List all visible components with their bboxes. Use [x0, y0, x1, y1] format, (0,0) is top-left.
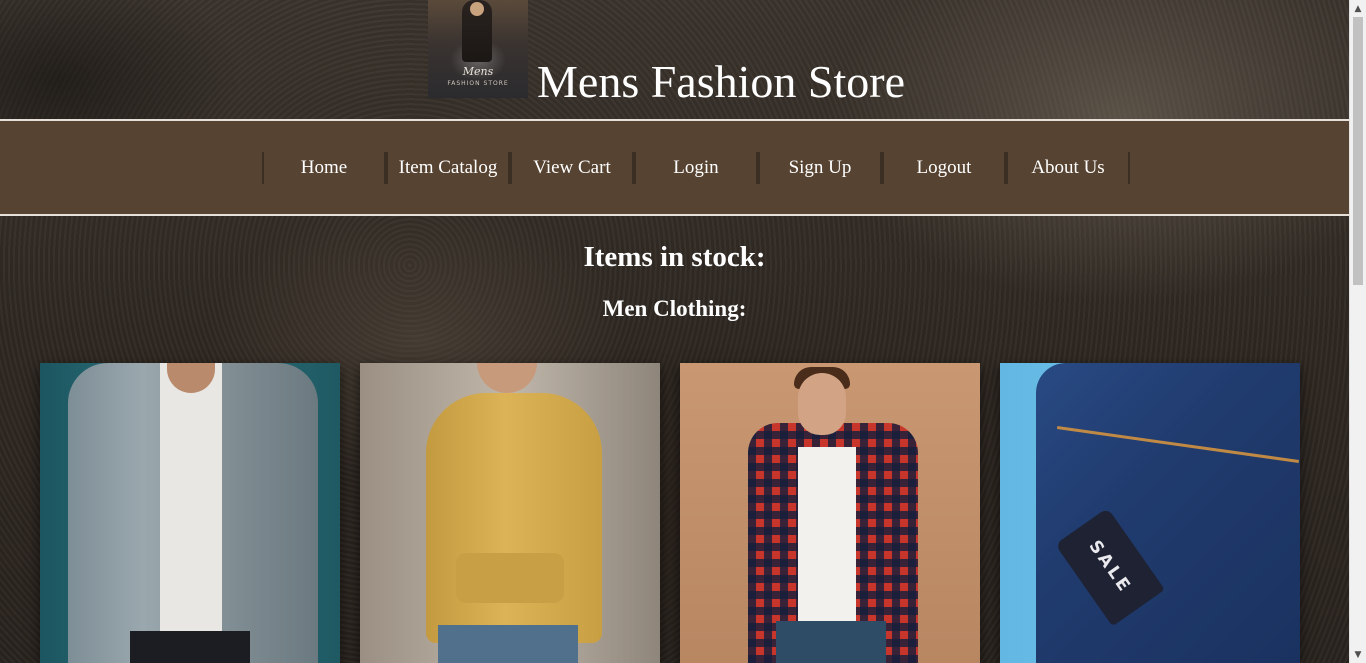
nav-item-home[interactable]: Home [262, 152, 386, 184]
undershirt-shape [798, 447, 856, 627]
hoodie-shape [426, 393, 602, 643]
chevron-up-icon[interactable]: ▲ [1350, 0, 1366, 17]
denim-shape [1036, 363, 1300, 663]
nav-item-logout[interactable]: Logout [882, 152, 1006, 184]
header: Mens FASHION STORE Mens Fashion Store [0, 0, 1349, 119]
men-clothing-heading: Men Clothing: [602, 296, 747, 321]
product-image-plaid-shirt[interactable] [680, 363, 980, 663]
vertical-scrollbar[interactable]: ▲ ▼ [1349, 0, 1366, 663]
page: Mens FASHION STORE Mens Fashion Store Ho… [0, 0, 1349, 663]
hoodie-pocket-shape [456, 553, 564, 603]
face-shape [477, 363, 537, 393]
head-shape [798, 373, 846, 435]
nav-item-login[interactable]: Login [634, 152, 758, 184]
nav-item-sign-up[interactable]: Sign Up [758, 152, 882, 184]
store-logo[interactable]: Mens FASHION STORE [428, 0, 528, 98]
logo-figure-head [470, 2, 484, 16]
jeans-shape [438, 625, 578, 663]
nav-item-view-cart[interactable]: View Cart [510, 152, 634, 184]
nav-item-item-catalog[interactable]: Item Catalog [386, 152, 510, 184]
chevron-down-icon[interactable]: ▼ [1350, 646, 1366, 663]
site-title: Mens Fashion Store [537, 56, 905, 107]
logo-subtext: FASHION STORE [447, 80, 509, 87]
product-image-denim-jacket[interactable] [40, 363, 340, 663]
items-in-stock-heading: Items in stock: [583, 241, 766, 273]
tee-shape [160, 363, 222, 638]
product-image-jeans-sale[interactable]: SALE [1000, 363, 1300, 663]
logo-text: Mens [462, 65, 494, 78]
nav-list: Home Item Catalog View Cart Login Sign U… [262, 152, 1130, 186]
pants-shape [130, 631, 250, 663]
product-image-yellow-hoodie[interactable] [360, 363, 660, 663]
sale-tag-text: SALE [1084, 536, 1136, 598]
nav-item-about-us[interactable]: About Us [1006, 152, 1130, 184]
scrollbar-thumb[interactable] [1353, 17, 1363, 285]
main-nav: Home Item Catalog View Cart Login Sign U… [0, 119, 1349, 216]
jeans-shape [776, 621, 886, 663]
